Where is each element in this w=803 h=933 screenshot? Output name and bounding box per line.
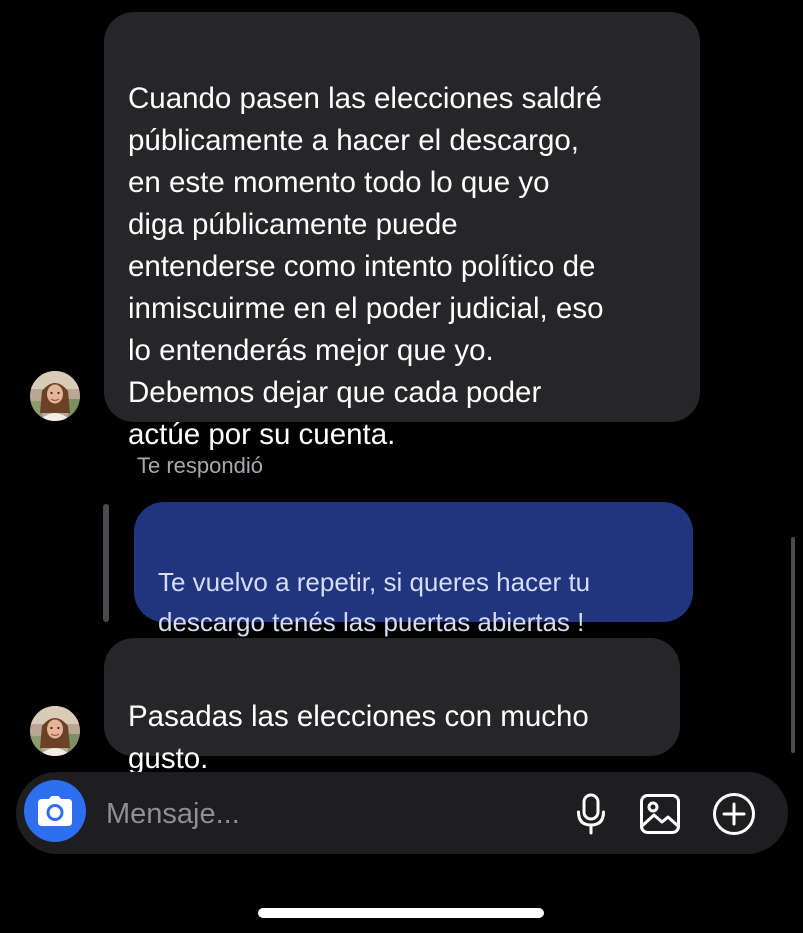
message-input[interactable] xyxy=(106,792,546,836)
sender-avatar[interactable] xyxy=(30,706,80,756)
received-message-bubble[interactable]: Cuando pasen las elecciones saldré públi… xyxy=(104,12,700,451)
quoted-message-text: Te vuelvo a repetir, si queres hacer tu … xyxy=(158,567,591,637)
quoted-message-bubble[interactable]: Te vuelvo a repetir, si queres hacer tu … xyxy=(134,502,693,637)
camera-button[interactable] xyxy=(24,780,86,842)
add-circle-icon xyxy=(713,793,755,835)
add-content-button[interactable] xyxy=(710,790,758,838)
scroll-indicator[interactable] xyxy=(791,537,795,753)
sender-avatar[interactable] xyxy=(30,371,80,421)
microphone-icon xyxy=(577,793,605,835)
reply-indicator-bar xyxy=(103,504,109,622)
received-reply-bubble[interactable]: Pasadas las elecciones con mucho gusto. xyxy=(104,638,680,775)
avatar-photo-icon xyxy=(30,371,80,421)
avatar-photo-icon xyxy=(30,706,80,756)
message-text: Cuando pasen las elecciones saldré públi… xyxy=(128,82,604,451)
reply-label: Te respondió xyxy=(137,453,263,478)
camera-icon xyxy=(38,796,72,826)
message-text: Pasadas las elecciones con mucho gusto. xyxy=(128,700,589,775)
gallery-button[interactable] xyxy=(636,790,684,838)
gallery-icon xyxy=(640,794,680,834)
voice-message-button[interactable] xyxy=(567,790,615,838)
chat-screen: Cuando pasen las elecciones saldré públi… xyxy=(0,0,803,933)
home-indicator[interactable] xyxy=(258,908,544,918)
